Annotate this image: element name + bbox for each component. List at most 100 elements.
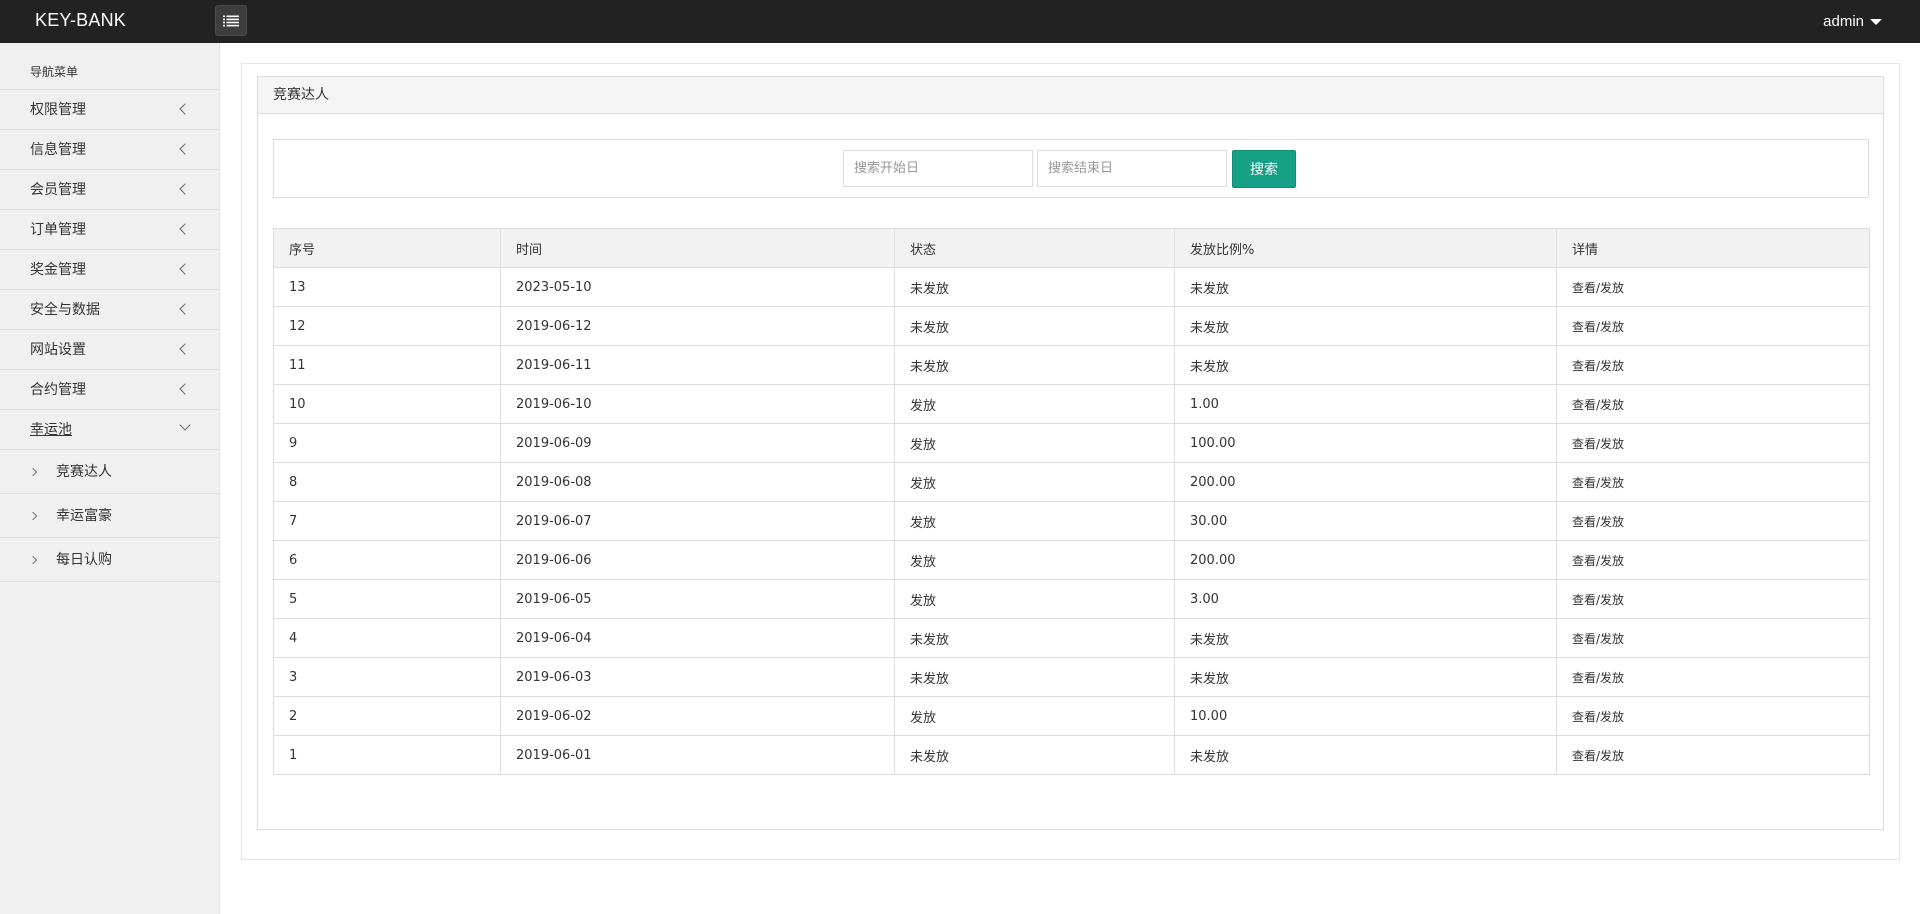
view-issue-link[interactable]: 查看/发放	[1556, 657, 1870, 697]
sidebar-item-lucky-pool[interactable]: 幸运池	[0, 410, 219, 450]
cell-id: 2	[273, 696, 501, 736]
table-row: 6 2019-06-06 发放 200.00 查看/发放	[273, 540, 1870, 580]
cell-id: 8	[273, 462, 501, 502]
sidebar-subitem-competition[interactable]: 竞赛达人	[0, 450, 219, 494]
cell-id: 11	[273, 345, 501, 385]
cell-status: 未发放	[894, 735, 1175, 775]
brand-logo[interactable]: KEY-BANK	[35, 0, 126, 43]
cell-ratio: 未发放	[1174, 267, 1557, 307]
search-end-date-input[interactable]	[1037, 150, 1227, 187]
column-header-detail: 详情	[1556, 228, 1870, 268]
table-row: 2 2019-06-02 发放 10.00 查看/发放	[273, 696, 1870, 736]
sidebar-item-security[interactable]: 安全与数据	[0, 290, 219, 330]
cell-status: 发放	[894, 423, 1175, 463]
table-body: 13 2023-05-10 未发放 未发放 查看/发放 12 2019-06-12 未发放 未发…	[273, 267, 1870, 775]
sidebar-item-contracts[interactable]: 合约管理	[0, 370, 219, 410]
view-issue-link[interactable]: 查看/发放	[1556, 540, 1870, 580]
sidebar-item-label: 幸运池	[30, 422, 72, 438]
cell-time: 2023-05-10	[500, 267, 895, 307]
view-issue-link[interactable]: 查看/发放	[1556, 345, 1870, 385]
sidebar-item-label: 订单管理	[30, 222, 86, 238]
nav-header: 导航菜单	[0, 43, 219, 90]
view-issue-link[interactable]: 查看/发放	[1556, 306, 1870, 346]
cell-id: 13	[273, 267, 501, 307]
user-menu[interactable]: admin	[1823, 0, 1882, 43]
view-issue-link[interactable]: 查看/发放	[1556, 267, 1870, 307]
cell-ratio: 200.00	[1174, 462, 1557, 502]
sidebar-subitem-label: 每日认购	[56, 552, 112, 568]
caret-down-icon	[1870, 18, 1882, 25]
view-issue-link[interactable]: 查看/发放	[1556, 501, 1870, 541]
sidebar-item-bonus[interactable]: 奖金管理	[0, 250, 219, 290]
sidebar-subitem-label: 竞赛达人	[56, 464, 112, 480]
table-row: 13 2023-05-10 未发放 未发放 查看/发放	[273, 267, 1870, 307]
column-header-time: 时间	[500, 228, 895, 268]
cell-id: 5	[273, 579, 501, 619]
table-row: 12 2019-06-12 未发放 未发放 查看/发放	[273, 306, 1870, 346]
cell-ratio: 未发放	[1174, 345, 1557, 385]
cell-time: 2019-06-10	[500, 384, 895, 424]
chevron-right-icon	[28, 467, 38, 477]
cell-ratio: 30.00	[1174, 501, 1557, 541]
cell-ratio: 未发放	[1174, 735, 1557, 775]
sidebar-item-label: 安全与数据	[30, 302, 100, 318]
menu-toggle-button[interactable]	[215, 5, 247, 36]
cell-time: 2019-06-11	[500, 345, 895, 385]
sidebar-item-orders[interactable]: 订单管理	[0, 210, 219, 250]
panel: 竞赛达人 搜索 序号 时间 状态 发放比例% 详情	[257, 76, 1884, 830]
search-button[interactable]: 搜索	[1232, 150, 1296, 188]
sidebar-item-label: 网站设置	[30, 342, 86, 358]
cell-status: 发放	[894, 540, 1175, 580]
view-issue-link[interactable]: 查看/发放	[1556, 579, 1870, 619]
cell-time: 2019-06-08	[500, 462, 895, 502]
sidebar: 导航菜单 权限管理 信息管理 会员管理 订单管理 奖金管理 安全与数据 网站设置…	[0, 43, 220, 914]
chevron-left-icon	[179, 103, 191, 115]
sidebar-item-info[interactable]: 信息管理	[0, 130, 219, 170]
table-row: 1 2019-06-01 未发放 未发放 查看/发放	[273, 735, 1870, 775]
cell-status: 未发放	[894, 267, 1175, 307]
table-header-row: 序号 时间 状态 发放比例% 详情	[273, 228, 1870, 268]
sidebar-item-label: 会员管理	[30, 182, 86, 198]
table-row: 4 2019-06-04 未发放 未发放 查看/发放	[273, 618, 1870, 658]
data-table: 序号 时间 状态 发放比例% 详情 13 2023-05-10 未发放 未发放 查看/发…	[273, 228, 1870, 775]
table-row: 9 2019-06-09 发放 100.00 查看/发放	[273, 423, 1870, 463]
sidebar-item-members[interactable]: 会员管理	[0, 170, 219, 210]
cell-id: 3	[273, 657, 501, 697]
sidebar-subitem-daily-subscribe[interactable]: 每日认购	[0, 538, 219, 582]
top-bar: KEY-BANK admin	[0, 0, 1920, 43]
view-issue-link[interactable]: 查看/发放	[1556, 618, 1870, 658]
table-row: 3 2019-06-03 未发放 未发放 查看/发放	[273, 657, 1870, 697]
chevron-right-icon	[28, 555, 38, 565]
view-issue-link[interactable]: 查看/发放	[1556, 384, 1870, 424]
cell-status: 发放	[894, 384, 1175, 424]
sidebar-item-site-settings[interactable]: 网站设置	[0, 330, 219, 370]
column-header-id: 序号	[273, 228, 501, 268]
view-issue-link[interactable]: 查看/发放	[1556, 423, 1870, 463]
column-header-status: 状态	[894, 228, 1175, 268]
cell-time: 2019-06-05	[500, 579, 895, 619]
cell-id: 9	[273, 423, 501, 463]
chevron-left-icon	[179, 143, 191, 155]
view-issue-link[interactable]: 查看/发放	[1556, 462, 1870, 502]
cell-time: 2019-06-01	[500, 735, 895, 775]
sidebar-item-permissions[interactable]: 权限管理	[0, 90, 219, 130]
cell-id: 4	[273, 618, 501, 658]
sidebar-subitem-label: 幸运富豪	[56, 508, 112, 524]
search-start-date-input[interactable]	[843, 150, 1033, 187]
table-row: 7 2019-06-07 发放 30.00 查看/发放	[273, 501, 1870, 541]
table-row: 10 2019-06-10 发放 1.00 查看/发放	[273, 384, 1870, 424]
cell-time: 2019-06-07	[500, 501, 895, 541]
chevron-left-icon	[179, 383, 191, 395]
view-issue-link[interactable]: 查看/发放	[1556, 696, 1870, 736]
cell-status: 发放	[894, 501, 1175, 541]
search-form: 搜索	[273, 139, 1869, 198]
sidebar-subitem-lucky-rich[interactable]: 幸运富豪	[0, 494, 219, 538]
sidebar-item-label: 权限管理	[30, 102, 86, 118]
cell-time: 2019-06-03	[500, 657, 895, 697]
main-content: 竞赛达人 搜索 序号 时间 状态 发放比例% 详情	[241, 63, 1900, 860]
view-issue-link[interactable]: 查看/发放	[1556, 735, 1870, 775]
cell-status: 未发放	[894, 657, 1175, 697]
sidebar-item-label: 奖金管理	[30, 262, 86, 278]
cell-ratio: 100.00	[1174, 423, 1557, 463]
cell-time: 2019-06-02	[500, 696, 895, 736]
